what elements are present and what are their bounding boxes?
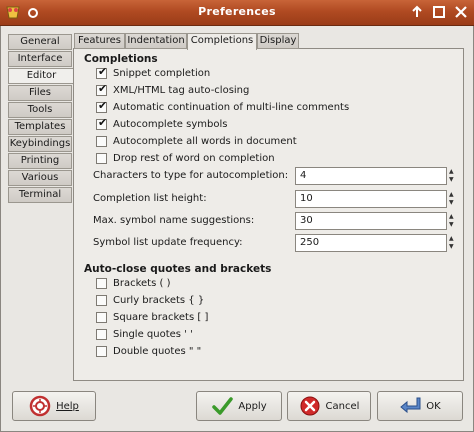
check-icon: ✔: [98, 82, 108, 95]
maximize-icon[interactable]: [432, 5, 446, 19]
checkbox-label: Autocomplete symbols: [113, 119, 228, 130]
cancel-button[interactable]: Cancel: [287, 391, 371, 421]
checkbox-label: Square brackets [ ]: [113, 312, 209, 323]
title-bar[interactable]: Preferences: [0, 0, 474, 26]
checkbox-box[interactable]: [96, 329, 107, 340]
sidebar-item-templates[interactable]: Templates: [8, 119, 72, 135]
sidebar-item-interface[interactable]: Interface: [8, 51, 72, 67]
check-icon: ✔: [98, 65, 108, 78]
checkbox-label: Single quotes ' ': [113, 329, 193, 340]
max-symbol-suggestions-input[interactable]: 30: [295, 212, 447, 230]
checkbox-box[interactable]: ✔: [96, 99, 108, 113]
autoclose-heading: Auto-close quotes and brackets: [84, 263, 272, 275]
enter-arrow-icon: [400, 397, 421, 414]
help-label: Help: [56, 400, 79, 412]
symbol-update-frequency-input[interactable]: 250: [295, 234, 447, 252]
sidebar-item-printing[interactable]: Printing: [8, 153, 72, 169]
max-symbol-suggestions-label: Max. symbol name suggestions:: [93, 215, 255, 226]
checkbox-label: Double quotes " ": [113, 346, 202, 357]
symbol-update-frequency-label: Symbol list update frequency:: [93, 237, 243, 248]
sidebar-item-editor[interactable]: Editor: [8, 68, 74, 84]
spin-arrows-icon[interactable]: ▲ ▼: [449, 191, 457, 207]
checkbox-label: Autocomplete all words in document: [113, 136, 297, 147]
single-quotes-checkbox[interactable]: Single quotes ' ': [96, 328, 193, 341]
checkbox-box[interactable]: ✔: [96, 82, 108, 96]
tab-display[interactable]: Display: [257, 33, 299, 49]
completions-heading: Completions: [84, 53, 158, 65]
window-title: Preferences: [198, 5, 276, 18]
completion-list-height-label: Completion list height:: [93, 193, 207, 204]
snippet-completion-checkbox[interactable]: ✔ Snippet completion: [96, 65, 211, 80]
close-icon[interactable]: [454, 5, 468, 19]
sidebar-item-terminal[interactable]: Terminal: [8, 187, 72, 203]
checkbox-box[interactable]: [96, 312, 107, 323]
checkbox-label: Curly brackets { }: [113, 295, 205, 306]
sidebar-item-files[interactable]: Files: [8, 85, 72, 101]
sidebar: General Interface Editor Files Tools Tem…: [8, 34, 74, 204]
spin-arrows-icon[interactable]: ▲ ▼: [449, 168, 457, 184]
tab-indentation[interactable]: Indentation: [125, 33, 187, 49]
checkbox-label: Brackets ( ): [113, 278, 171, 289]
autocomplete-all-words-checkbox[interactable]: Autocomplete all words in document: [96, 135, 297, 148]
help-icon: [29, 395, 51, 417]
checkbox-label: Automatic continuation of multi-line com…: [113, 102, 350, 113]
sidebar-item-tools[interactable]: Tools: [8, 102, 72, 118]
tab-features[interactable]: Features: [74, 33, 125, 49]
cancel-label: Cancel: [325, 400, 360, 412]
checkbox-box[interactable]: ✔: [96, 65, 108, 79]
spin-arrows-icon[interactable]: ▲ ▼: [449, 213, 457, 229]
check-icon: ✔: [98, 99, 108, 112]
drop-rest-of-word-checkbox[interactable]: Drop rest of word on completion: [96, 152, 275, 165]
checkbox-box[interactable]: ✔: [96, 116, 108, 130]
checkbox-box[interactable]: [96, 295, 107, 306]
ok-button[interactable]: OK: [377, 391, 463, 421]
checkbox-box[interactable]: [96, 346, 107, 357]
tab-completions[interactable]: Completions: [187, 33, 257, 50]
sidebar-item-various[interactable]: Various: [8, 170, 72, 186]
brackets-checkbox[interactable]: Brackets ( ): [96, 277, 170, 290]
double-quotes-checkbox[interactable]: Double quotes " ": [96, 345, 201, 358]
completion-list-height-input[interactable]: 10: [295, 190, 447, 208]
sidebar-item-keybindings[interactable]: Keybindings: [8, 136, 72, 152]
square-brackets-checkbox[interactable]: Square brackets [ ]: [96, 311, 208, 324]
checkbox-box[interactable]: [96, 153, 107, 164]
cancel-icon: [300, 396, 320, 416]
curly-brackets-checkbox[interactable]: Curly brackets { }: [96, 294, 204, 307]
checkbox-box[interactable]: [96, 278, 107, 289]
checkbox-label: Snippet completion: [113, 68, 211, 79]
chars-to-type-label: Characters to type for autocompletion:: [93, 170, 289, 181]
sidebar-item-general[interactable]: General: [8, 34, 72, 50]
help-button[interactable]: Help: [12, 391, 96, 421]
checkmark-icon: [212, 397, 234, 415]
checkbox-box[interactable]: [96, 136, 107, 147]
check-icon: ✔: [98, 116, 108, 129]
shade-icon[interactable]: [410, 5, 424, 19]
chars-to-type-input[interactable]: 4: [295, 167, 447, 185]
apply-label: Apply: [238, 400, 267, 412]
spin-arrows-icon[interactable]: ▲ ▼: [449, 235, 457, 251]
tag-auto-closing-checkbox[interactable]: ✔ XML/HTML tag auto-closing: [96, 82, 250, 97]
apply-button[interactable]: Apply: [196, 391, 282, 421]
autocomplete-symbols-checkbox[interactable]: ✔ Autocomplete symbols: [96, 116, 228, 131]
multiline-comments-checkbox[interactable]: ✔ Automatic continuation of multi-line c…: [96, 99, 350, 114]
checkbox-label: Drop rest of word on completion: [113, 153, 275, 164]
checkbox-label: XML/HTML tag auto-closing: [113, 85, 250, 96]
ok-label: OK: [426, 400, 441, 412]
